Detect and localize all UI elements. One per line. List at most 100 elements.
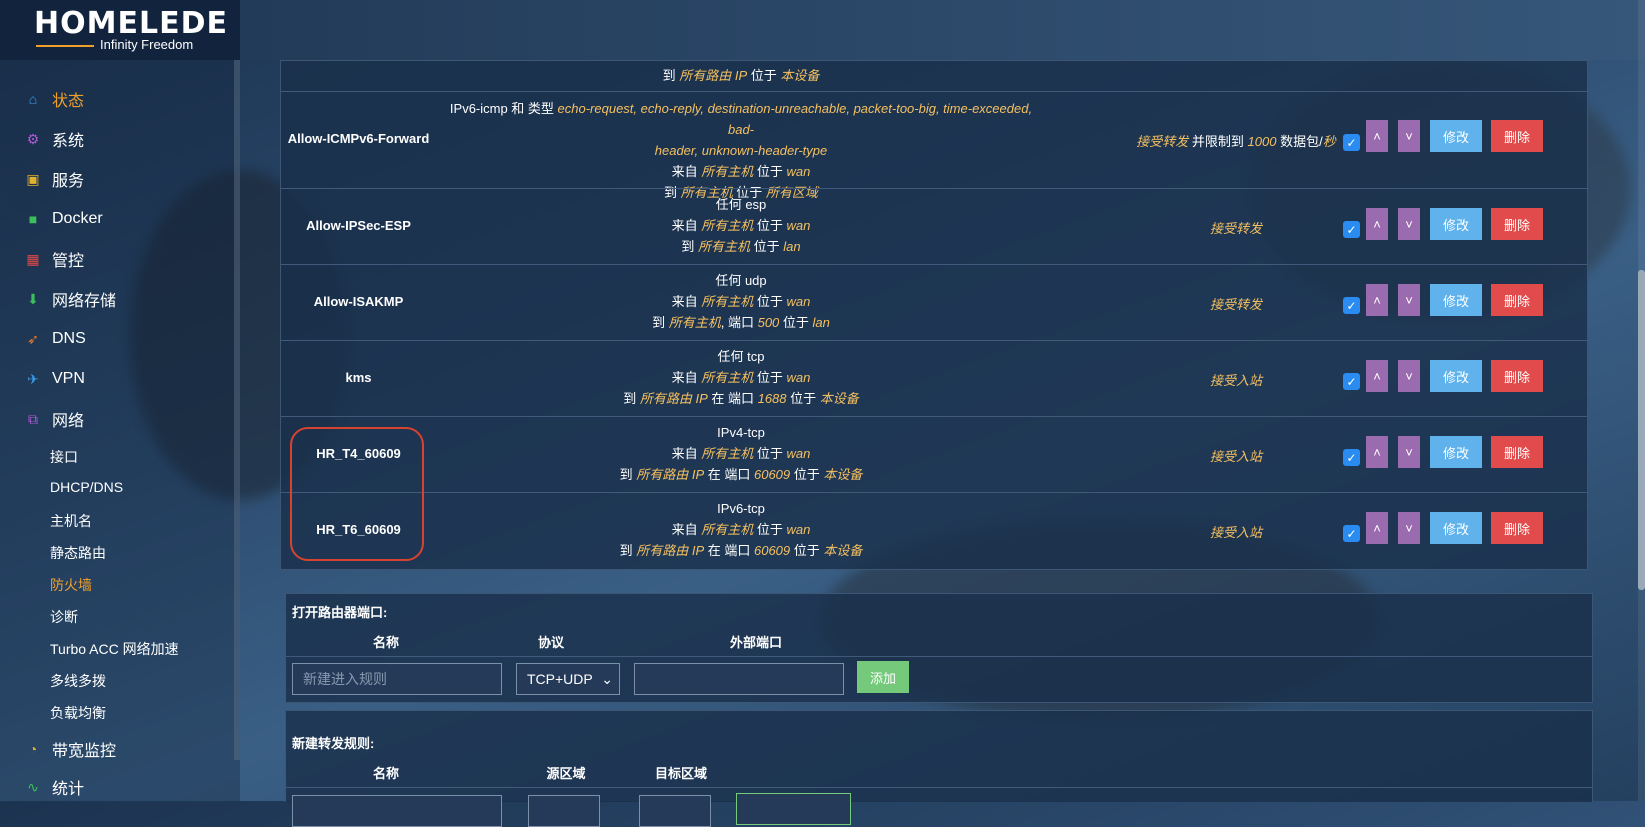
sidebar-item-dns[interactable]: ➶ DNS	[24, 325, 86, 353]
rule-match: 到 所有路由 IP 位于 本设备	[662, 68, 820, 83]
edit-button[interactable]: 修改	[1430, 120, 1482, 152]
sidebar-sub-hostnames[interactable]: 主机名	[50, 511, 92, 531]
sidebar-sub-diagnostics[interactable]: 诊断	[50, 607, 78, 627]
sidebar-sub-dhcp-dns[interactable]: DHCP/DNS	[50, 479, 123, 495]
rule-match: 任何 tcp 来自 所有主机 位于 wan 到 所有路由 IP 在 端口 168…	[623, 349, 859, 406]
rocket-icon: ➶	[27, 330, 39, 347]
docker-icon: ■	[28, 211, 38, 227]
protocol-value: TCP+UDP	[527, 671, 593, 687]
sidebar-item-bandwidth[interactable]: ◔ 带宽监控	[24, 735, 116, 763]
rule-enabled-checkbox[interactable]: ✓	[1343, 134, 1360, 151]
sidebar-item-label: 状态	[52, 93, 85, 110]
forward-rule-section: 新建转发规则: 名称 源区域 目标区域	[285, 710, 1593, 827]
external-port-input[interactable]	[634, 663, 844, 695]
edit-button[interactable]: 修改	[1430, 436, 1482, 468]
rule-match: 任何 esp 来自 所有主机 位于 wan 到 所有主机 位于 lan	[671, 197, 811, 254]
forward-rule-title: 新建转发规则:	[292, 736, 375, 751]
sidebar-item-control[interactable]: ▦ 管控	[24, 245, 84, 273]
sidebar-sub-turbo-acc[interactable]: Turbo ACC 网络加速	[50, 639, 179, 659]
logo-tagline: Infinity Freedom	[100, 37, 194, 52]
sidebar-item-label: Docker	[52, 210, 103, 227]
move-down-button[interactable]: ˅	[1398, 436, 1420, 468]
rule-action: 接受入站	[1209, 525, 1262, 540]
sidebar-sub-load-balance[interactable]: 负载均衡	[50, 703, 106, 723]
traffic-rules-table: 到 所有路由 IP 位于 本设备 Allow-ICMPv6-Forward IP…	[280, 60, 1588, 570]
table-row: kms 任何 tcp 来自 所有主机 位于 wan 到 所有路由 IP 在 端口…	[281, 340, 1587, 417]
rule-action: 接受入站	[1209, 373, 1262, 388]
divider	[286, 656, 1592, 657]
sidebar-sub-firewall[interactable]: 防火墙	[50, 575, 92, 595]
dest-zone-select[interactable]	[639, 795, 711, 827]
move-up-button[interactable]: ˄	[1366, 120, 1388, 152]
control-icon: ▦	[26, 250, 40, 267]
sidebar-scrollbar[interactable]	[234, 60, 240, 760]
column-header-source-zone: 源区域	[546, 766, 586, 781]
move-down-button[interactable]: ˅	[1398, 208, 1420, 240]
delete-button[interactable]: 删除	[1491, 208, 1543, 240]
delete-button[interactable]: 删除	[1491, 360, 1543, 392]
rule-enabled-checkbox[interactable]: ✓	[1343, 373, 1360, 390]
column-header-external-port: 外部端口	[729, 635, 782, 650]
sidebar-sub-interfaces[interactable]: 接口	[50, 447, 78, 467]
delete-button[interactable]: 删除	[1491, 284, 1543, 316]
rule-enabled-checkbox[interactable]: ✓	[1343, 221, 1360, 238]
delete-button[interactable]: 删除	[1491, 436, 1543, 468]
move-down-button[interactable]: ˅	[1398, 284, 1420, 316]
sidebar-item-stats[interactable]: ∿ 统计	[24, 773, 84, 801]
sidebar-item-network[interactable]: ⧉ 网络	[24, 405, 84, 433]
delete-button[interactable]: 删除	[1491, 120, 1543, 152]
top-bar	[0, 0, 1645, 60]
bandwidth-icon: ◔	[28, 741, 38, 757]
plane-icon: ✈	[27, 370, 39, 387]
table-row: HR_T4_60609 IPv4-tcp 来自 所有主机 位于 wan 到 所有…	[281, 416, 1587, 493]
rule-name: Allow-IPSec-ESP	[306, 218, 411, 233]
rule-action: 接受转发 并限制到 1000 数据包/秒	[1136, 134, 1336, 149]
rule-enabled-checkbox[interactable]: ✓	[1343, 297, 1360, 314]
logo[interactable]: HOMELEDE Infinity Freedom	[0, 0, 240, 60]
table-row: Allow-ISAKMP 任何 udp 来自 所有主机 位于 wan 到 所有主…	[281, 264, 1587, 341]
sidebar-sub-multiwan[interactable]: 多线多拨	[50, 671, 106, 691]
sidebar-item-system[interactable]: ⚙ 系统	[24, 125, 84, 153]
move-up-button[interactable]: ˄	[1366, 360, 1388, 392]
move-down-button[interactable]: ˅	[1398, 512, 1420, 544]
edit-button[interactable]: 修改	[1430, 512, 1482, 544]
move-up-button[interactable]: ˄	[1366, 512, 1388, 544]
edit-button[interactable]: 修改	[1430, 208, 1482, 240]
edit-button[interactable]: 修改	[1430, 284, 1482, 316]
add-button[interactable]: 添加	[857, 661, 909, 693]
chevron-down-icon: ⌄	[601, 670, 613, 687]
protocol-select[interactable]: TCP+UDP ⌄	[516, 663, 620, 695]
sidebar-item-label: 管控	[52, 253, 85, 270]
sidebar-item-label: 系统	[52, 133, 85, 150]
sidebar-item-vpn[interactable]: ✈ VPN	[24, 365, 85, 393]
move-up-button[interactable]: ˄	[1366, 208, 1388, 240]
sidebar-item-storage[interactable]: ⬇ 网络存储	[24, 285, 116, 313]
column-header-protocol: 协议	[537, 635, 564, 650]
rule-action: 接受入站	[1209, 449, 1262, 464]
move-down-button[interactable]: ˅	[1398, 120, 1420, 152]
sidebar-item-status[interactable]: ⌂ 状态	[24, 85, 84, 113]
source-zone-select[interactable]	[528, 795, 600, 827]
page-scrollbar-thumb[interactable]	[1638, 270, 1645, 590]
column-header-name: 名称	[372, 635, 399, 650]
delete-button[interactable]: 删除	[1491, 512, 1543, 544]
table-row: Allow-IPSec-ESP 任何 esp 来自 所有主机 位于 wan 到 …	[281, 188, 1587, 265]
forward-name-input[interactable]	[292, 795, 502, 827]
rule-enabled-checkbox[interactable]: ✓	[1343, 525, 1360, 542]
network-icon: ⧉	[28, 410, 38, 427]
forward-add-button[interactable]	[736, 793, 851, 825]
service-icon: ▣	[26, 170, 40, 187]
sidebar-item-services[interactable]: ▣ 服务	[24, 165, 84, 193]
edit-button[interactable]: 修改	[1430, 360, 1482, 392]
rule-name: kms	[345, 370, 372, 385]
table-row: HR_T6_60609 IPv6-tcp 来自 所有主机 位于 wan 到 所有…	[281, 492, 1587, 569]
move-down-button[interactable]: ˅	[1398, 360, 1420, 392]
move-up-button[interactable]: ˄	[1366, 284, 1388, 316]
highlight-annotation	[290, 427, 424, 561]
sidebar-sub-static-routes[interactable]: 静态路由	[50, 543, 106, 563]
rule-enabled-checkbox[interactable]: ✓	[1343, 449, 1360, 466]
move-up-button[interactable]: ˄	[1366, 436, 1388, 468]
table-row: 到 所有路由 IP 位于 本设备	[281, 61, 1587, 91]
sidebar-item-docker[interactable]: ■ Docker	[24, 205, 103, 233]
new-rule-name-input[interactable]: 新建进入规则	[292, 663, 502, 695]
